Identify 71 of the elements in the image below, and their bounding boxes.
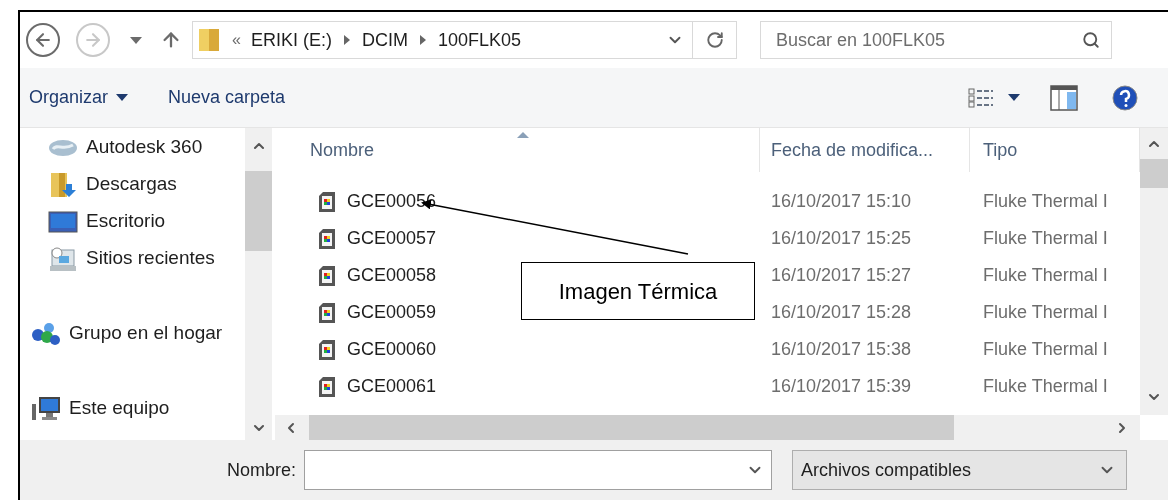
filename-field[interactable] [304, 450, 773, 490]
scrollbar-thumb[interactable] [309, 415, 954, 440]
annotation-callout: Imagen Térmica [521, 262, 755, 320]
organize-menu-button[interactable]: Organizar [29, 77, 129, 118]
file-name[interactable]: GCE00060 [347, 336, 437, 363]
search-field[interactable]: Buscar en 100FLK05 [760, 21, 1112, 59]
modified-date: 16/10/2017 15:28 [771, 302, 912, 322]
recent-places-icon [49, 245, 77, 272]
file-name[interactable]: GCE00059 [347, 299, 437, 326]
path-overflow-text[interactable]: « [232, 28, 241, 52]
horizontal-scrollbar[interactable] [275, 415, 1140, 440]
breadcrumb-arrow-icon[interactable] [343, 35, 350, 45]
command-button[interactable]: Nueva carpeta [168, 77, 286, 118]
arrow-right-icon [83, 30, 103, 50]
file-type: Fluke Thermal I [983, 265, 1108, 285]
modified-date: 16/10/2017 15:38 [771, 339, 912, 359]
scrollbar-thumb[interactable] [1140, 159, 1168, 188]
breadcrumb-item[interactable]: DCIM [361, 26, 408, 54]
sidebar-scrollbar[interactable] [245, 128, 272, 440]
file-name[interactable]: GCE00058 [347, 262, 437, 289]
refresh-icon [705, 31, 724, 49]
image-file-icon [318, 376, 336, 397]
image-file-icon [318, 228, 336, 249]
breadcrumb-arrow-icon[interactable] [419, 35, 426, 45]
caret-down-icon [1008, 94, 1020, 101]
modified-date: 16/10/2017 15:25 [771, 228, 912, 248]
sort-caret-icon [517, 132, 529, 138]
sidebar-item[interactable]: Sitios recientes [20, 240, 245, 277]
sidebar-item[interactable]: Este equipo [20, 390, 245, 427]
column-header[interactable]: Fecha de modifica... [760, 128, 970, 172]
filename-label: Nombre: [227, 458, 297, 482]
desktop-icon [48, 210, 78, 233]
file-type: Fluke Thermal I [983, 339, 1108, 359]
download-folder-icon [49, 171, 77, 198]
caret-down-icon [116, 94, 129, 101]
preview-pane-icon[interactable] [1050, 84, 1078, 111]
vertical-scrollbar[interactable] [1140, 128, 1168, 415]
help-icon[interactable] [1112, 84, 1138, 111]
details-view-icon [968, 87, 994, 108]
image-file-icon [318, 265, 336, 286]
cloud-icon [48, 138, 78, 157]
caret-down-icon [130, 36, 142, 44]
image-file-icon [318, 339, 336, 360]
sidebar-item[interactable]: Descargas [20, 166, 245, 203]
sidebar-item[interactable]: Autodesk 360 [20, 129, 245, 166]
file-type: Fluke Thermal I [983, 228, 1108, 248]
breadcrumb-item[interactable]: ERIKI (E:) [250, 26, 332, 54]
address-bar[interactable]: « ERIKI (E:) DCIM 100FLK05 [192, 21, 737, 59]
breadcrumb-item[interactable]: 100FLK05 [437, 26, 521, 54]
modified-date: 16/10/2017 15:39 [771, 376, 912, 396]
file-type: Fluke Thermal I [983, 302, 1108, 322]
column-header[interactable]: Nombre [275, 128, 760, 172]
search-icon [1082, 31, 1100, 49]
back-button[interactable] [26, 23, 60, 57]
file-name[interactable]: GCE00056 [347, 188, 437, 215]
file-name[interactable]: GCE00061 [347, 373, 437, 400]
file-name[interactable]: GCE00057 [347, 225, 437, 252]
file-type-dropdown[interactable]: Archivos compatibles [792, 450, 1128, 490]
scrollbar-thumb[interactable] [245, 171, 272, 251]
file-type: Fluke Thermal I [983, 376, 1108, 396]
sidebar-item[interactable]: Grupo en el hogar [20, 315, 245, 352]
view-options-button[interactable] [968, 87, 1020, 108]
modified-date: 16/10/2017 15:27 [771, 265, 912, 285]
sidebar-item[interactable]: Escritorio [20, 203, 245, 240]
folder-icon [198, 27, 222, 53]
file-type: Fluke Thermal I [983, 191, 1108, 211]
modified-date: 16/10/2017 15:10 [771, 191, 912, 211]
homegroup-icon [31, 321, 61, 346]
computer-icon [31, 395, 61, 422]
image-file-icon [318, 302, 336, 323]
image-file-icon [318, 191, 336, 212]
